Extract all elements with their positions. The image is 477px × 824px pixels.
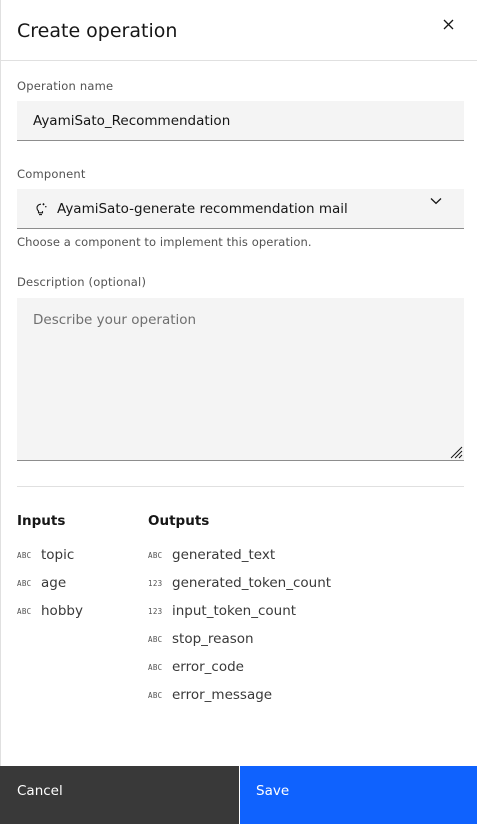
input-item: ABC hobby: [17, 602, 83, 620]
panel-header: Create operation: [0, 0, 477, 61]
chevron-down-icon: [430, 198, 442, 205]
section-divider: [17, 486, 464, 487]
input-name: age: [41, 575, 67, 591]
component-helper-text: Choose a component to implement this ope…: [17, 235, 312, 249]
close-button[interactable]: [438, 14, 458, 34]
string-type-icon: ABC: [148, 662, 163, 672]
save-button[interactable]: Save: [240, 766, 477, 824]
string-type-icon: ABC: [148, 690, 163, 700]
description-label: Description (optional): [17, 275, 147, 289]
cancel-button[interactable]: Cancel: [0, 766, 240, 824]
operation-name-label: Operation name: [17, 79, 114, 93]
description-textarea[interactable]: Describe your operation: [17, 298, 464, 461]
output-name: input_token_count: [172, 603, 297, 619]
resize-handle-icon[interactable]: [449, 445, 463, 459]
output-name: generated_text: [172, 547, 276, 563]
input-name: topic: [41, 547, 75, 563]
output-item: ABC error_code: [148, 658, 244, 676]
string-type-icon: ABC: [148, 550, 163, 560]
input-item: ABC topic: [17, 546, 74, 564]
output-item: ABC stop_reason: [148, 630, 254, 648]
panel-left-border: [0, 0, 1, 824]
number-type-icon: 123: [148, 578, 163, 588]
output-name: error_message: [172, 687, 273, 703]
string-type-icon: ABC: [17, 606, 32, 616]
string-type-icon: ABC: [17, 578, 32, 588]
component-select[interactable]: AyamiSato-generate recommendation mail: [17, 189, 464, 229]
output-name: error_code: [172, 659, 244, 675]
operation-name-value: AyamiSato_Recommendation: [33, 113, 231, 129]
output-name: stop_reason: [172, 631, 254, 647]
panel-title: Create operation: [17, 20, 178, 42]
inputs-heading: Inputs: [17, 513, 66, 529]
string-type-icon: ABC: [148, 634, 163, 644]
output-name: generated_token_count: [172, 575, 332, 591]
output-item: 123 input_token_count: [148, 602, 296, 620]
lightbulb-icon: [36, 203, 47, 216]
outputs-heading: Outputs: [148, 513, 210, 529]
output-item: 123 generated_token_count: [148, 574, 331, 592]
output-item: ABC generated_text: [148, 546, 275, 564]
component-value: AyamiSato-generate recommendation mail: [57, 201, 348, 217]
operation-name-field[interactable]: AyamiSato_Recommendation: [17, 101, 464, 141]
input-name: hobby: [41, 603, 83, 619]
input-item: ABC age: [17, 574, 66, 592]
close-icon: [443, 19, 453, 29]
number-type-icon: 123: [148, 606, 163, 616]
panel-footer: Cancel Save: [0, 766, 477, 824]
component-label: Component: [17, 167, 86, 181]
description-placeholder: Describe your operation: [33, 312, 197, 328]
output-item: ABC error_message: [148, 686, 272, 704]
string-type-icon: ABC: [17, 550, 32, 560]
